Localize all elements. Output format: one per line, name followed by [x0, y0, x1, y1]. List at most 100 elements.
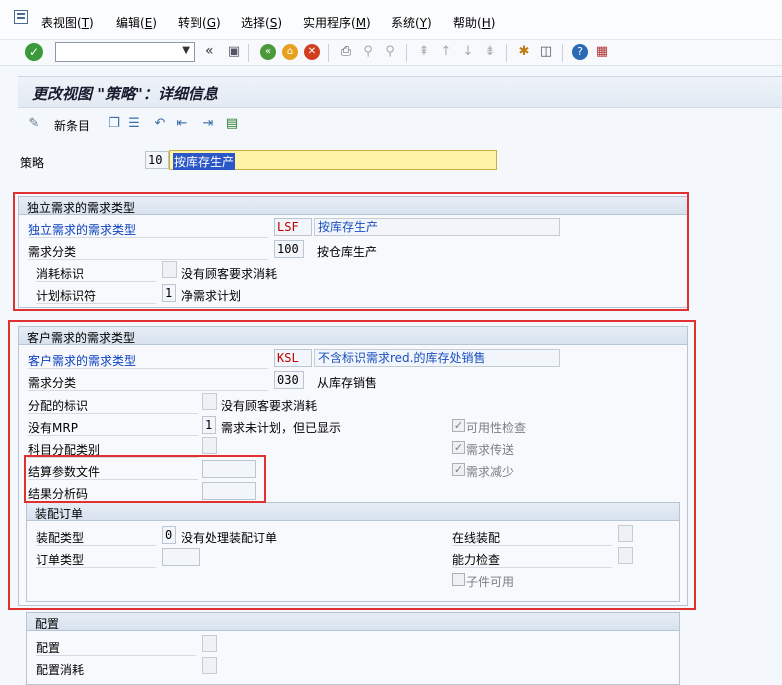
find-icon[interactable]: ⚲	[360, 44, 376, 60]
menu-bar: 表视图(T) 编辑(E) 转到(G) 选择(S) 实用程序(M) 系统(Y) 帮…	[0, 0, 782, 40]
divider	[452, 567, 612, 568]
assembly-group-title: 装配订单	[35, 507, 84, 521]
exit-icon[interactable]: ⌂	[282, 44, 298, 60]
menu-app-icon[interactable]	[14, 10, 28, 24]
menu-key: H	[481, 16, 491, 30]
menu-select[interactable]: 选择(S)	[241, 14, 282, 31]
next-entry-icon[interactable]: ⇥	[200, 116, 216, 132]
menu-label: 转到(	[178, 16, 207, 30]
menu-help[interactable]: 帮助(H)	[453, 14, 495, 31]
cust-alloc-checkbox[interactable]	[202, 393, 217, 410]
cancel-icon[interactable]: ✕	[304, 44, 320, 60]
first-page-icon[interactable]: ⇞	[416, 44, 432, 60]
select-all-icon[interactable]: ▤	[224, 116, 240, 132]
menu-end: )	[366, 16, 371, 30]
divider	[28, 368, 268, 369]
indep-req-type-desc: 按库存生产	[314, 218, 560, 236]
menu-key: G	[206, 16, 216, 30]
strategy-label: 策略	[20, 156, 45, 170]
menu-goto[interactable]: 转到(G)	[178, 14, 221, 31]
capacity-check-checkbox[interactable]	[618, 547, 633, 564]
cust-no-mrp-code[interactable]: 1	[202, 416, 216, 434]
cust-req-type-desc: 不含标识需求red.的库存处销售	[314, 349, 560, 367]
strategy-desc-field[interactable]: 按库存生产	[169, 150, 497, 170]
save-icon[interactable]: ▣	[226, 44, 242, 60]
help-icon[interactable]: ?	[572, 44, 588, 60]
assembly-type-code[interactable]: 0	[162, 526, 176, 544]
divider	[36, 655, 196, 656]
customize-layout-icon[interactable]: ▦	[594, 44, 610, 60]
order-type-field[interactable]	[162, 548, 200, 566]
divider	[28, 237, 268, 238]
divider	[36, 281, 156, 282]
application-toolbar: ✎ 新条目 ❐ ☰ ↶ ⇤ ⇥ ▤	[18, 110, 782, 138]
change-display-icon[interactable]: ✎	[26, 116, 42, 132]
cust-req-group-head: 客户需求的需求类型	[19, 327, 687, 345]
undo-icon[interactable]: ↶	[152, 116, 168, 132]
cust-result-field[interactable]	[202, 482, 256, 500]
config-checkbox[interactable]	[202, 635, 217, 652]
toolbar-separator	[562, 44, 563, 62]
indep-req-class-code[interactable]: 100	[274, 240, 304, 258]
menu-label: 系统(	[391, 16, 420, 30]
chevron-down-icon[interactable]: ▼	[182, 45, 190, 56]
divider	[28, 457, 198, 458]
cust-acct-label: 科目分配类别	[28, 443, 101, 457]
assembly-group-head: 装配订单	[27, 503, 679, 521]
indep-consumption-desc: 没有顾客要求消耗	[181, 267, 278, 281]
menu-end: )	[277, 16, 282, 30]
divider	[28, 259, 268, 260]
enter-check-icon[interactable]: ✓	[25, 43, 43, 61]
menu-end: )	[152, 16, 157, 30]
indep-req-class-desc: 按仓库生产	[317, 245, 378, 259]
new-session-icon[interactable]: ✱	[516, 44, 532, 60]
indep-consumption-checkbox[interactable]	[162, 261, 177, 278]
req-reduction-label: 需求减少	[466, 465, 515, 479]
indep-planning-code[interactable]: 1	[162, 284, 176, 302]
menu-label: 选择(	[241, 16, 270, 30]
shortcut-icon[interactable]: ◫	[538, 44, 554, 60]
availability-check-checkbox: ✓	[452, 419, 465, 432]
assembly-type-desc: 没有处理装配订单	[181, 531, 278, 545]
divider	[36, 545, 156, 546]
menu-utilities[interactable]: 实用程序(M)	[303, 14, 371, 31]
previous-entry-icon[interactable]: ⇤	[174, 116, 190, 132]
copy-as-icon[interactable]: ❐	[106, 116, 122, 132]
print-icon[interactable]: ⎙	[338, 44, 354, 60]
cust-req-type-code[interactable]: KSL	[274, 349, 312, 367]
config-consumption-checkbox[interactable]	[202, 657, 217, 674]
menu-label: 帮助(	[453, 16, 482, 30]
next-page-icon[interactable]: ↓	[460, 44, 476, 60]
cust-acct-checkbox[interactable]	[202, 437, 217, 454]
collapse-icon[interactable]: «	[205, 43, 214, 59]
back-icon[interactable]: «	[260, 44, 276, 60]
menu-system[interactable]: 系统(Y)	[391, 14, 432, 31]
cust-req-class-desc: 从库存销售	[317, 376, 378, 390]
find-next-icon[interactable]: ⚲	[382, 44, 398, 60]
cust-req-class-label: 需求分类	[28, 376, 77, 390]
command-field[interactable]: ▼	[55, 42, 195, 62]
cust-result-label: 结果分析码	[28, 487, 89, 501]
delete-icon[interactable]: ☰	[126, 116, 142, 132]
indep-planning-label: 计划标识符	[36, 289, 97, 303]
divider	[28, 413, 198, 414]
divider	[28, 390, 268, 391]
indep-req-type-code[interactable]: LSF	[274, 218, 312, 236]
divider	[36, 567, 156, 568]
last-page-icon[interactable]: ⇟	[482, 44, 498, 60]
indep-req-type-label: 独立需求的需求类型	[28, 223, 137, 237]
strategy-desc-text: 按库存生产	[173, 153, 236, 170]
menu-table-view[interactable]: 表视图(T)	[41, 14, 94, 31]
cust-settle-field[interactable]	[202, 460, 256, 478]
divider	[36, 303, 156, 304]
cust-req-class-code[interactable]: 030	[274, 371, 304, 389]
req-reduction-checkbox: ✓	[452, 463, 465, 476]
menu-edit[interactable]: 编辑(E)	[116, 14, 157, 31]
online-assembly-checkbox[interactable]	[618, 525, 633, 542]
previous-page-icon[interactable]: ↑	[438, 44, 454, 60]
new-entries-button[interactable]: 新条目	[54, 117, 90, 134]
indep-req-group-head: 独立需求的需求类型	[19, 197, 687, 215]
cust-alloc-label: 分配的标识	[28, 399, 89, 413]
req-transfer-label: 需求传送	[466, 443, 515, 457]
assembly-type-label: 装配类型	[36, 531, 85, 545]
